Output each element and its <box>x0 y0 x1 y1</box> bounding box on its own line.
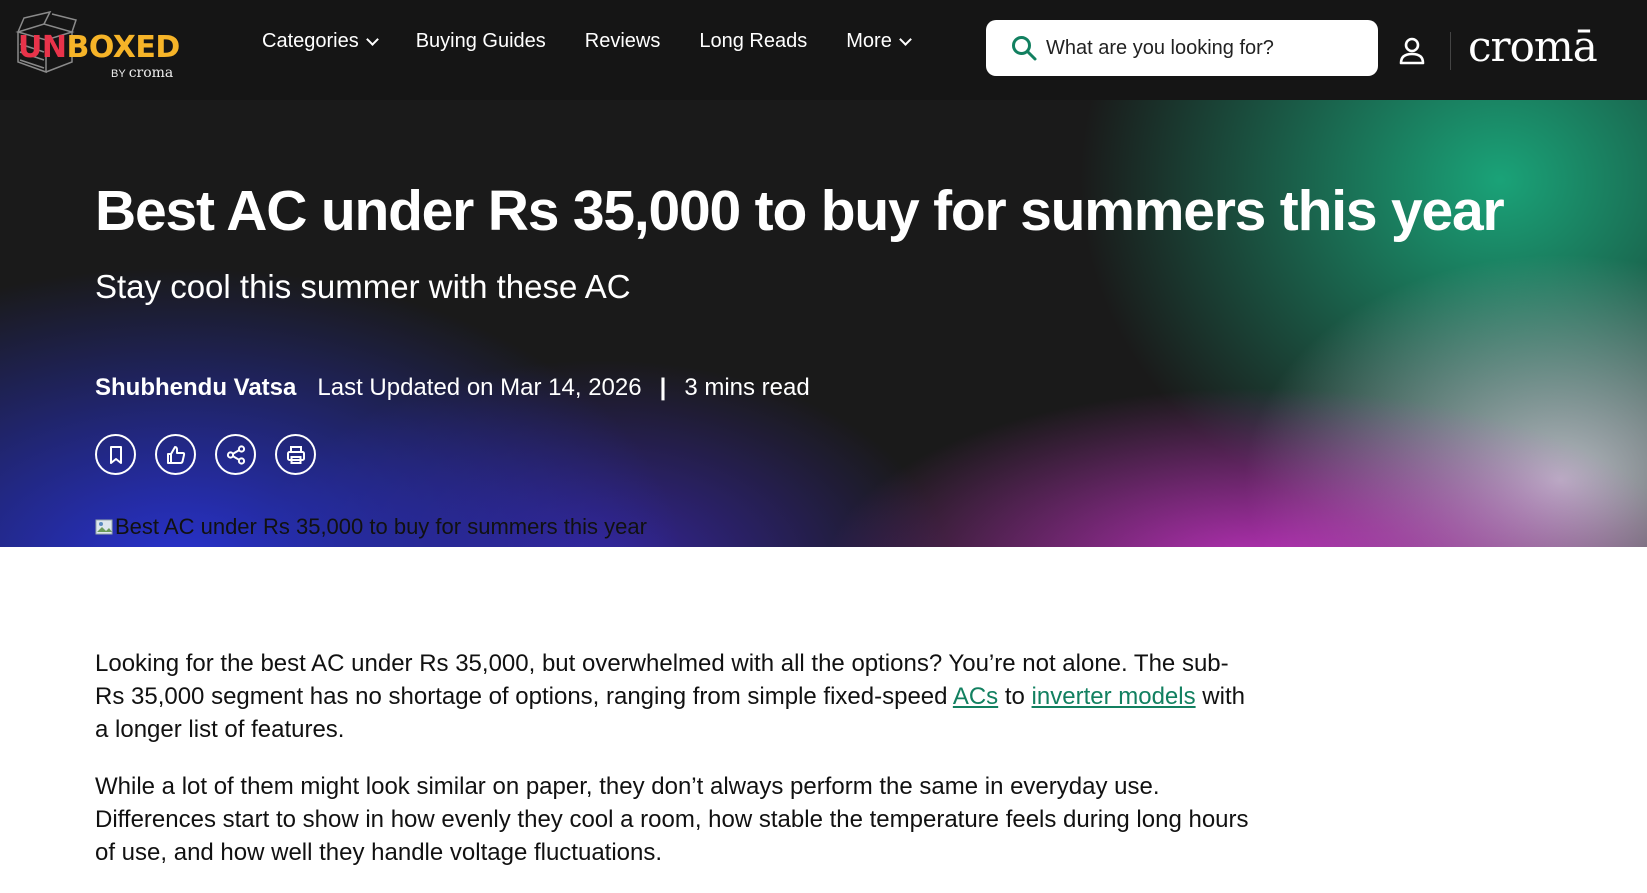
acs-link[interactable]: ACs <box>953 683 998 710</box>
logo-text-un: UN <box>18 30 67 65</box>
article-paragraph-2: While a lot of them might look similar o… <box>95 773 1249 866</box>
logo-byline: BY croma <box>111 65 173 81</box>
article-subtitle: Stay cool this summer with these AC <box>95 268 631 305</box>
article-meta: Shubhendu Vatsa Last Updated on Mar 14, … <box>95 374 810 402</box>
main-nav: Categories Buying Guides Reviews Long Re… <box>262 30 949 53</box>
croma-logo[interactable]: cromā <box>1468 22 1598 71</box>
nav-more-label: More <box>846 30 892 52</box>
bookmark-button[interactable] <box>95 434 136 475</box>
hero-image: Best AC under Rs 35,000 to buy for summe… <box>95 514 647 540</box>
nav-long-reads-label: Long Reads <box>699 30 808 52</box>
share-icon <box>226 444 245 465</box>
nav-categories[interactable]: Categories <box>262 30 379 53</box>
nav-buying-guides[interactable]: Buying Guides <box>416 30 546 53</box>
nav-reviews[interactable]: Reviews <box>585 30 661 53</box>
header-divider <box>1450 32 1451 70</box>
search-icon[interactable] <box>1010 34 1038 62</box>
nav-categories-label: Categories <box>262 30 359 52</box>
like-button[interactable] <box>155 434 196 475</box>
article-hero: Best AC under Rs 35,000 to buy for summe… <box>0 100 1647 547</box>
search-bar[interactable] <box>986 20 1378 76</box>
inverter-models-link[interactable]: inverter models <box>1032 683 1196 710</box>
article-body: Looking for the best AC under Rs 35,000,… <box>95 647 1255 893</box>
hero-image-alt-text: Best AC under Rs 35,000 to buy for summe… <box>115 514 647 539</box>
user-icon[interactable] <box>1398 36 1426 66</box>
share-button[interactable] <box>215 434 256 475</box>
logo-text-boxed: BOXED <box>66 30 180 65</box>
search-input[interactable] <box>1046 32 1356 64</box>
article-title: Best AC under Rs 35,000 to buy for summe… <box>95 179 1505 243</box>
logo-by-brand: croma <box>128 65 174 81</box>
nav-more[interactable]: More <box>846 30 912 53</box>
article-actions <box>95 434 335 475</box>
p1-text-2: to <box>998 683 1032 710</box>
meta-separator: | <box>659 374 667 401</box>
article-paragraph-1: Looking for the best AC under Rs 35,000,… <box>95 647 1255 746</box>
last-updated: Last Updated on Mar 14, 2026 <box>317 374 642 401</box>
logo-by-text: BY <box>111 68 126 80</box>
broken-image-icon <box>95 519 113 535</box>
chevron-down-icon <box>898 32 912 46</box>
print-icon <box>286 445 305 464</box>
bookmark-icon <box>109 445 122 464</box>
nav-reviews-label: Reviews <box>584 30 661 52</box>
author-name[interactable]: Shubhendu Vatsa <box>95 374 296 402</box>
like-icon <box>166 445 185 464</box>
chevron-down-icon <box>365 32 379 46</box>
read-time: 3 mins read <box>684 374 810 401</box>
print-button[interactable] <box>275 434 316 475</box>
nav-buying-guides-label: Buying Guides <box>415 30 546 52</box>
logo-wordmark: UNBOXED <box>18 30 180 65</box>
nav-long-reads[interactable]: Long Reads <box>699 30 807 53</box>
site-header: UNBOXED BY croma Categories Buying Guides… <box>0 0 1647 100</box>
unboxed-logo[interactable]: UNBOXED BY croma <box>14 10 186 81</box>
